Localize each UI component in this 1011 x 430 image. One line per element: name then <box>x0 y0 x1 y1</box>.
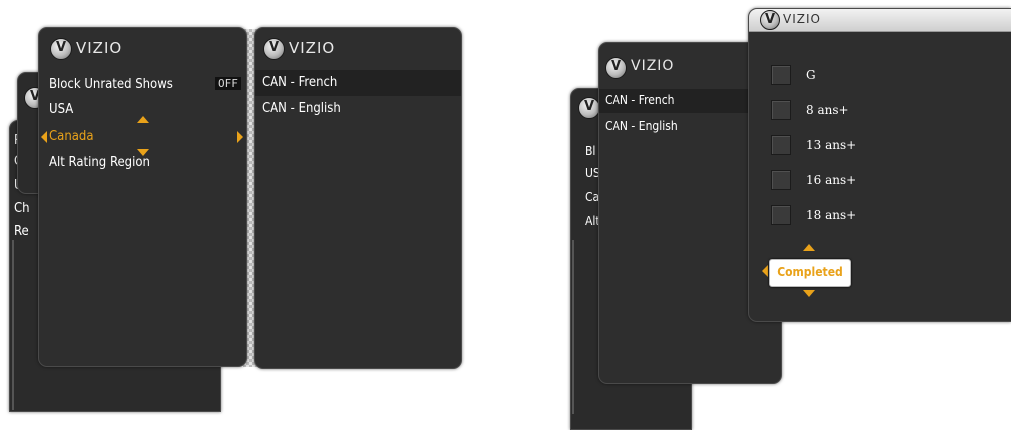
rating-checkbox-16-ans[interactable] <box>771 170 791 190</box>
vizio-wordmark: VIZIO <box>631 58 675 74</box>
scroll-up-arrow-icon[interactable] <box>137 116 149 123</box>
vizio-logo-icon <box>605 57 627 79</box>
menu-item-usa[interactable]: USA <box>49 102 73 117</box>
block-unrated-value-badge[interactable]: OFF <box>215 77 241 90</box>
vizio-wordmark: VIZIO <box>783 12 821 26</box>
vizio-wordmark: VIZIO <box>289 39 336 57</box>
main-menu-panel: VIZIO Block Unrated Shows OFF USA Canada… <box>38 27 247 367</box>
region-submenu-panel: VIZIO CAN - French CAN - English <box>254 27 462 369</box>
completed-button[interactable]: Completed <box>769 259 851 287</box>
rating-checkbox-13-ans[interactable] <box>771 135 791 155</box>
right-arrow-icon[interactable] <box>237 131 243 143</box>
rating-checkbox-18-ans[interactable] <box>771 205 791 225</box>
rating-label: 13 ans+ <box>806 138 857 152</box>
menu-item-block-unrated[interactable]: Block Unrated Shows <box>49 77 173 92</box>
left-arrow-icon[interactable] <box>762 265 768 277</box>
vizio-logo-icon <box>263 38 285 60</box>
submenu-item-can-french[interactable]: CAN - French <box>605 93 675 107</box>
left-arrow-icon[interactable] <box>41 131 47 143</box>
submenu-item-can-french[interactable]: CAN - French <box>262 75 337 90</box>
panel-edge-line <box>572 240 574 414</box>
vizio-wordmark: VIZIO <box>76 39 123 57</box>
rating-label: 8 ans+ <box>806 103 849 117</box>
vizio-logo-icon <box>760 10 780 30</box>
menu-item-canada[interactable]: Canada <box>49 129 94 144</box>
menu-item-alt-rating-region[interactable]: Alt Rating Region <box>49 155 150 170</box>
scroll-up-arrow-icon[interactable] <box>803 244 815 251</box>
back-item: Bl <box>585 144 596 158</box>
back-item: Ch <box>14 201 30 216</box>
rating-label: 16 ans+ <box>806 173 857 187</box>
back-item: Re <box>14 224 29 239</box>
ratings-dialog: VIZIO G 8 ans+ 13 ans+ 16 ans+ 18 ans+ C… <box>748 8 1011 322</box>
vizio-logo-icon <box>578 97 600 119</box>
rating-label: G <box>806 68 816 82</box>
rating-label: 18 ans+ <box>806 208 857 222</box>
submenu-item-can-english[interactable]: CAN - English <box>605 119 678 133</box>
rating-checkbox-8-ans[interactable] <box>771 100 791 120</box>
submenu-item-can-english[interactable]: CAN - English <box>262 101 341 116</box>
completed-button-label: Completed <box>777 265 843 279</box>
scroll-down-arrow-icon[interactable] <box>803 290 815 297</box>
rating-checkbox-g[interactable] <box>771 65 791 85</box>
vizio-logo-icon <box>50 38 72 60</box>
panel-edge-line <box>12 240 14 410</box>
